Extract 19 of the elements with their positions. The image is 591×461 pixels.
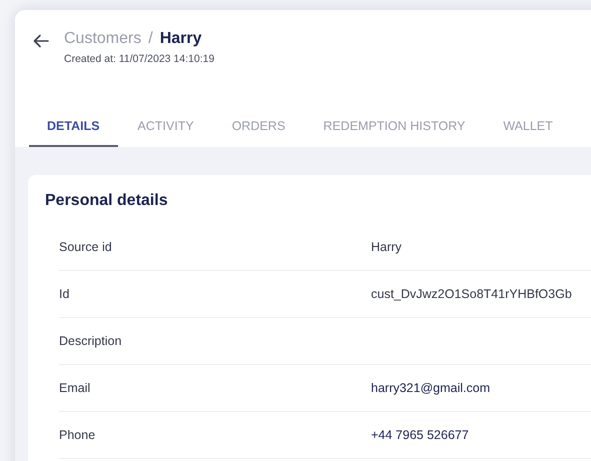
created-date: Created at: 11/07/2023 14:10:19 [64,53,214,65]
breadcrumb-link[interactable]: Customers [64,30,142,48]
breadcrumb-separator: / [148,30,153,48]
back-arrow-icon[interactable] [33,34,49,48]
tab[interactable]: REDEMPTION HISTORY [305,112,484,147]
page-title: Harry [160,30,202,48]
field-value: cust_DvJwz2O1So8T41rYHBfO3Gb [371,287,572,301]
tab[interactable]: ACTIVITY [120,112,212,147]
field-label: Source id [59,240,113,254]
tab[interactable]: WALLET [485,112,571,147]
tab[interactable]: ORDERS [214,112,304,147]
field-value: harry321@gmail.com [371,381,490,395]
field-label: Email [59,381,92,395]
field-value: Harry [371,240,402,254]
field-label: Phone [59,428,96,442]
section-title: Personal details [45,192,169,210]
field-label: Id [59,287,70,301]
field-label: Description [59,334,123,348]
field-value: +44 7965 526677 [371,428,469,442]
